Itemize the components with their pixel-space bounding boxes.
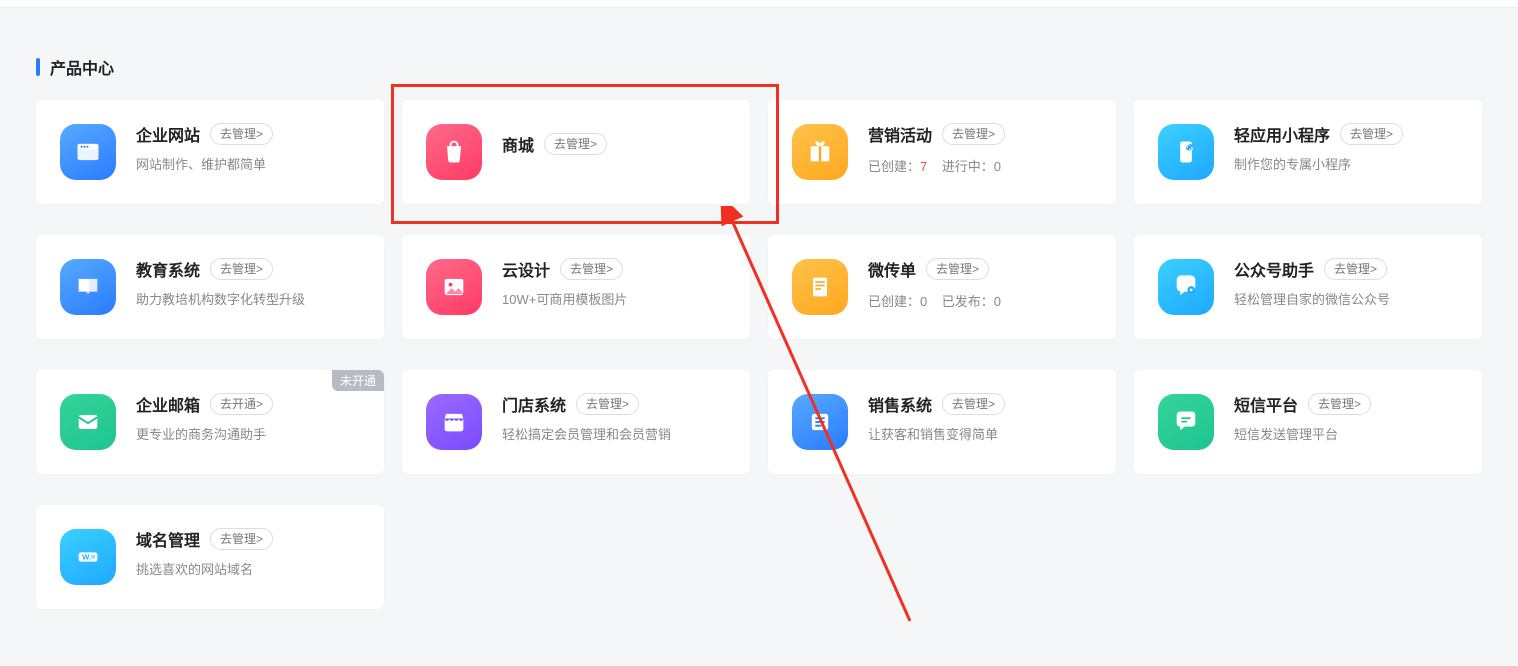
card-sms[interactable]: 短信平台 去管理> 短信发送管理平台 (1134, 370, 1482, 474)
card-title: 微传单 (868, 257, 916, 281)
inactive-badge: 未开通 (332, 370, 384, 391)
card-sales[interactable]: 销售系统 去管理> 让获客和销售变得简单 (768, 370, 1116, 474)
card-title: 云设计 (502, 257, 550, 281)
card-title: 企业邮箱 (136, 392, 200, 416)
phone-app-icon (1158, 124, 1214, 180)
card-desc: 更专业的商务沟通助手 (136, 426, 366, 444)
card-design[interactable]: 云设计 去管理> 10W+可商用模板图片 (402, 235, 750, 339)
envelope-icon (60, 394, 116, 450)
card-title: 销售系统 (868, 392, 932, 416)
card-domain[interactable]: W.= 域名管理 去管理> 挑选喜欢的网站域名 (36, 505, 384, 609)
domain-icon: W.= (60, 529, 116, 585)
card-title: 门店系统 (502, 392, 566, 416)
svg-text:W.=: W.= (82, 553, 96, 562)
card-wechat[interactable]: 公众号助手 去管理> 轻松管理自家的微信公众号 (1134, 235, 1482, 339)
created-count: 7 (920, 159, 927, 174)
manage-button[interactable]: 去管理> (560, 258, 623, 280)
card-desc: 挑选喜欢的网站域名 (136, 561, 366, 579)
page-icon (792, 259, 848, 315)
card-miniapp[interactable]: 轻应用小程序 去管理> 制作您的专属小程序 (1134, 100, 1482, 204)
storefront-icon (426, 394, 482, 450)
card-marketing[interactable]: 营销活动 去管理> 已创建：7 进行中：0 (768, 100, 1116, 204)
activate-button[interactable]: 去开通> (210, 393, 273, 415)
card-mail[interactable]: 未开通 企业邮箱 去开通> 更专业的商务沟通助手 (36, 370, 384, 474)
card-title: 企业网站 (136, 122, 200, 146)
section-title-bar (36, 58, 40, 76)
card-desc: 让获客和销售变得简单 (868, 426, 1098, 444)
manage-button[interactable]: 去管理> (210, 258, 273, 280)
card-title: 营销活动 (868, 122, 932, 146)
gift-icon (792, 124, 848, 180)
image-icon (426, 259, 482, 315)
card-title: 轻应用小程序 (1234, 122, 1330, 146)
manage-button[interactable]: 去管理> (1308, 393, 1371, 415)
card-title: 短信平台 (1234, 392, 1298, 416)
section-title: 产品中心 (36, 55, 114, 79)
manage-button[interactable]: 去管理> (926, 258, 989, 280)
manage-button[interactable]: 去管理> (210, 528, 273, 550)
card-desc: 网站制作、维护都简单 (136, 156, 366, 174)
card-desc: 10W+可商用模板图片 (502, 291, 732, 309)
card-title: 教育系统 (136, 257, 200, 281)
section-title-text: 产品中心 (50, 55, 114, 79)
created-count: 0 (920, 294, 927, 309)
published-count: 0 (994, 294, 1001, 309)
card-desc: 轻松搞定会员管理和会员营销 (502, 426, 732, 444)
card-store[interactable]: 门店系统 去管理> 轻松搞定会员管理和会员营销 (402, 370, 750, 474)
manage-button[interactable]: 去管理> (942, 393, 1005, 415)
card-title: 公众号助手 (1234, 257, 1314, 281)
book-icon (60, 259, 116, 315)
manage-button[interactable]: 去管理> (942, 123, 1005, 145)
chat-settings-icon (1158, 259, 1214, 315)
card-desc: 短信发送管理平台 (1234, 426, 1464, 444)
message-icon (1158, 394, 1214, 450)
running-count: 0 (994, 159, 1001, 174)
manage-button[interactable]: 去管理> (1324, 258, 1387, 280)
card-flyer[interactable]: 微传单 去管理> 已创建：0 已发布：0 (768, 235, 1116, 339)
manage-button[interactable]: 去管理> (544, 133, 607, 155)
product-grid: 企业网站 去管理> 网站制作、维护都简单 商城 去管理> 营销活动 去管理> 已… (36, 100, 1482, 609)
card-site[interactable]: 企业网站 去管理> 网站制作、维护都简单 (36, 100, 384, 204)
card-title: 域名管理 (136, 527, 200, 551)
published-label: 已发布： (942, 294, 994, 309)
card-stats: 已创建：0 已发布：0 (868, 291, 1098, 310)
card-desc: 助力教培机构数字化转型升级 (136, 291, 366, 309)
list-icon (792, 394, 848, 450)
card-desc: 制作您的专属小程序 (1234, 156, 1464, 174)
created-label: 已创建： (868, 159, 920, 174)
card-desc: 轻松管理自家的微信公众号 (1234, 291, 1464, 309)
card-mall[interactable]: 商城 去管理> (402, 100, 750, 204)
card-edu[interactable]: 教育系统 去管理> 助力教培机构数字化转型升级 (36, 235, 384, 339)
manage-button[interactable]: 去管理> (1340, 123, 1403, 145)
card-stats: 已创建：7 进行中：0 (868, 156, 1098, 175)
top-strip (0, 0, 1518, 8)
card-title: 商城 (502, 132, 534, 156)
shopping-bag-icon (426, 124, 482, 180)
created-label: 已创建： (868, 294, 920, 309)
manage-button[interactable]: 去管理> (210, 123, 273, 145)
manage-button[interactable]: 去管理> (576, 393, 639, 415)
running-label: 进行中： (942, 159, 994, 174)
window-icon (60, 124, 116, 180)
